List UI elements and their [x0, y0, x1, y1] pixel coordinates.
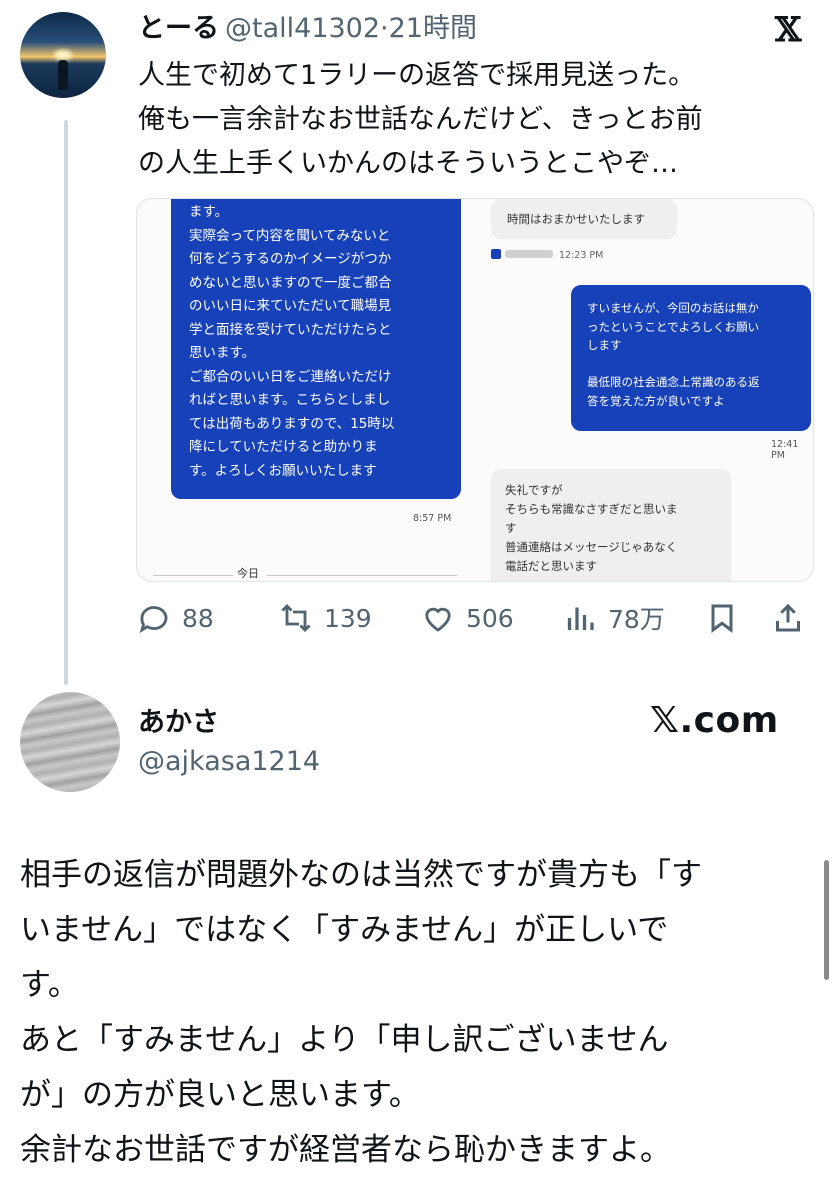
bookmark-button[interactable]	[704, 598, 740, 638]
tweet2-handle[interactable]: @ajkasa1214	[138, 746, 320, 777]
chat-bubble-applicant-message-1: 時間はおまかせいたします	[491, 199, 677, 239]
chat-today-label: 今日	[237, 567, 259, 580]
today-divider-left	[153, 575, 233, 576]
tweet1-handle[interactable]: @tall41302	[225, 13, 380, 44]
tweet1-timestamp[interactable]: ·21時間	[380, 13, 477, 44]
chat-bubble-applicant-message-2: 失礼ですが そちらも常識なさすぎだと思いま す 普通連絡はメッセージじゃあなく …	[491, 469, 731, 581]
thread-connector-line	[64, 120, 68, 685]
heart-icon	[425, 607, 451, 632]
bookmark-icon	[711, 604, 733, 633]
tweet2-text: 相手の返信が問題外なのは当然ですが貴方も「す いません」ではなく「すみません」が…	[20, 857, 702, 1168]
share-icon	[776, 603, 800, 632]
avatar-silhouette	[58, 60, 68, 90]
like-count: 506	[466, 603, 514, 633]
repost-button[interactable]: 139	[278, 598, 372, 638]
reply-count: 88	[182, 603, 214, 633]
x-logo-icon: 𝕏	[775, 10, 802, 50]
reply-icon	[139, 606, 168, 634]
tweet2-display-name[interactable]: あかさ	[138, 700, 219, 739]
views-count: 78万	[608, 605, 665, 634]
tweet1-attached-image[interactable]: ます。 実際会って内容を聞いてみないと 何をどうするのかイメージがつか めないと…	[136, 198, 814, 582]
chat-time-left: 8:57 PM	[413, 513, 452, 524]
chat-time-right: 12:41 PM	[771, 439, 799, 461]
views-button[interactable]: 78万	[562, 598, 665, 638]
chat-bubble-employer-reply: すいませんが、今回のお話は無か ったということでよろしくお願い します 最低限の…	[571, 285, 811, 431]
x-com-brand-logo: 𝕏.com	[650, 700, 779, 741]
tweet1-display-name[interactable]: とーる	[138, 13, 219, 44]
sender-icon	[491, 249, 501, 259]
chat-bubble-employer-message: ます。 実際会って内容を聞いてみないと 何をどうするのかイメージがつか めないと…	[171, 199, 461, 499]
reply-button[interactable]: 88	[136, 598, 214, 638]
repost-icon	[281, 603, 311, 633]
today-divider-right	[267, 575, 457, 576]
chat-sender-row: 12:23 PM	[491, 249, 603, 261]
tweet1-header: とーる @tall41302·21時間	[138, 6, 477, 45]
scrollbar[interactable]	[824, 860, 829, 980]
chat-time-sender: 12:23 PM	[559, 250, 604, 261]
tweet1-text: 人生で初めて1ラリーの返答で採用見送った。 俺も一言余計なお世話なんだけど、きっ…	[138, 60, 703, 179]
avatar-sun	[54, 50, 72, 60]
avatar-ajkasa1214[interactable]	[20, 692, 120, 792]
repost-count: 139	[324, 603, 372, 633]
like-button[interactable]: 506	[420, 598, 514, 638]
sender-name-redacted	[505, 250, 553, 258]
views-chart-icon	[567, 607, 594, 630]
avatar-tall41302[interactable]	[20, 12, 106, 98]
share-button[interactable]	[770, 598, 806, 638]
